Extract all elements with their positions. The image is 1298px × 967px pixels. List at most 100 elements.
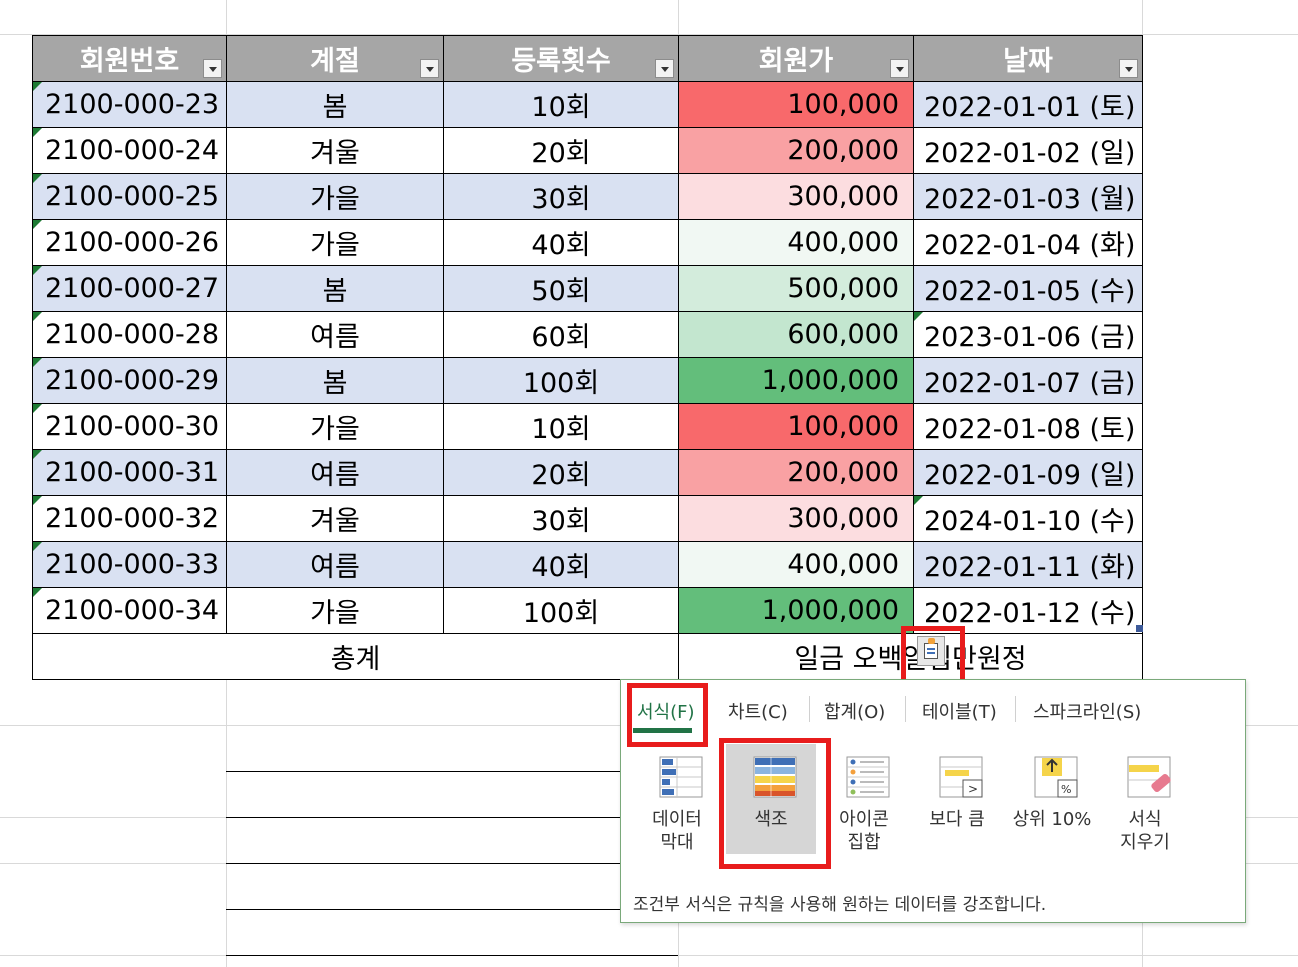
total-value-cell[interactable]: 일금 오백일십만원정 [678, 633, 1143, 680]
cell-date[interactable]: 2022-01-08 (토) [913, 403, 1143, 450]
cell-count[interactable]: 10회 [443, 403, 679, 450]
tab-tables[interactable]: 테이블(T) [922, 698, 997, 724]
cell-price[interactable]: 300,000 [678, 173, 914, 220]
cell-count[interactable]: 40회 [443, 219, 679, 266]
tab-totals[interactable]: 합계(O) [824, 698, 885, 724]
cell-season[interactable]: 여름 [226, 311, 444, 358]
filter-dropdown-button[interactable] [420, 59, 439, 78]
quick-analysis-button[interactable] [917, 636, 945, 666]
cell-date[interactable]: 2022-01-01 (토) [913, 81, 1143, 128]
color-scale-icon [753, 756, 797, 798]
option-top-10[interactable]: % 상위 10% [1007, 744, 1097, 854]
cell-price[interactable]: 1,000,000 [678, 587, 914, 634]
option-clear-format[interactable]: 서식 지우기 [1100, 744, 1190, 854]
cell-season[interactable]: 가을 [226, 219, 444, 266]
cell-member-id[interactable]: 2100-000-27 [32, 265, 227, 312]
cell-season[interactable]: 봄 [226, 265, 444, 312]
filter-dropdown-button[interactable] [655, 59, 674, 78]
cell-price[interactable]: 300,000 [678, 495, 914, 542]
header-cell-date[interactable]: 날짜 [913, 35, 1143, 82]
cell-date[interactable]: 2022-01-04 (화) [913, 219, 1143, 266]
cell-price[interactable]: 400,000 [678, 541, 914, 588]
option-label: 상위 10% [1012, 809, 1092, 830]
table-row: 2100-000-26 가을 40회 400,000 2022-01-04 (화) [32, 219, 1143, 266]
cell-season[interactable]: 여름 [226, 449, 444, 496]
table-row: 2100-000-28 여름 60회 600,000 2023-01-06 (금) [32, 311, 1143, 358]
cell-count[interactable]: 100회 [443, 587, 679, 634]
total-label-cell[interactable]: 총계 [32, 633, 679, 680]
cell-date[interactable]: 2022-01-05 (수) [913, 265, 1143, 312]
cell-season[interactable]: 가을 [226, 587, 444, 634]
table-row: 2100-000-30 가을 10회 100,000 2022-01-08 (토) [32, 403, 1143, 450]
clear-format-icon [1127, 756, 1171, 798]
cell-count[interactable]: 40회 [443, 541, 679, 588]
option-greater-than[interactable]: > 보다 큼 [912, 744, 1002, 854]
cell-price[interactable]: 100,000 [678, 403, 914, 450]
cell-date[interactable]: 2022-01-03 (월) [913, 173, 1143, 220]
cell-price[interactable]: 400,000 [678, 219, 914, 266]
header-cell-member-id[interactable]: 회원번호 [32, 35, 227, 82]
option-label: 아이콘 집합 [839, 809, 889, 853]
option-icon-set[interactable]: 아이콘 집합 [819, 744, 909, 854]
error-indicator-icon [33, 266, 42, 275]
cell-count[interactable]: 50회 [443, 265, 679, 312]
cell-season[interactable]: 봄 [226, 81, 444, 128]
cell-count[interactable]: 100회 [443, 357, 679, 404]
cell-member-id[interactable]: 2100-000-31 [32, 449, 227, 496]
cell-season[interactable]: 봄 [226, 357, 444, 404]
cell-count[interactable]: 20회 [443, 449, 679, 496]
cell-price[interactable]: 600,000 [678, 311, 914, 358]
option-data-bars[interactable]: 데이터 막대 [632, 744, 722, 854]
cell-count[interactable]: 30회 [443, 173, 679, 220]
cell-date[interactable]: 2022-01-02 (일) [913, 127, 1143, 174]
cell-date[interactable]: 2024-01-10 (수) [913, 495, 1143, 542]
cell-count[interactable]: 30회 [443, 495, 679, 542]
cell-member-id[interactable]: 2100-000-30 [32, 403, 227, 450]
error-indicator-icon [33, 588, 42, 597]
cell-count[interactable]: 20회 [443, 127, 679, 174]
cell-member-id[interactable]: 2100-000-29 [32, 357, 227, 404]
cell-count[interactable]: 10회 [443, 81, 679, 128]
header-cell-count[interactable]: 등록횟수 [443, 35, 679, 82]
table-row: 2100-000-23 봄 10회 100,000 2022-01-01 (토) [32, 81, 1143, 128]
cell-member-id[interactable]: 2100-000-28 [32, 311, 227, 358]
cell-price[interactable]: 500,000 [678, 265, 914, 312]
cell-member-id[interactable]: 2100-000-26 [32, 219, 227, 266]
cell-date[interactable]: 2023-01-06 (금) [913, 311, 1143, 358]
tab-format[interactable]: 서식(F) [637, 698, 695, 724]
cell-date[interactable]: 2022-01-11 (화) [913, 541, 1143, 588]
header-cell-season[interactable]: 계절 [226, 35, 444, 82]
table-row: 2100-000-34 가을 100회 1,000,000 2022-01-12 (수) [32, 587, 1143, 634]
cell-season[interactable]: 여름 [226, 541, 444, 588]
tab-sparklines[interactable]: 스파크라인(S) [1033, 698, 1141, 724]
cell-price[interactable]: 100,000 [678, 81, 914, 128]
error-indicator-icon [33, 358, 42, 367]
cell-member-id[interactable]: 2100-000-33 [32, 541, 227, 588]
header-cell-price[interactable]: 회원가 [678, 35, 914, 82]
option-color-scale[interactable]: 색조 [726, 744, 816, 854]
cell-date[interactable]: 2022-01-09 (일) [913, 449, 1143, 496]
cell-season[interactable]: 가을 [226, 403, 444, 450]
cell-count[interactable]: 60회 [443, 311, 679, 358]
cell-price[interactable]: 1,000,000 [678, 357, 914, 404]
cell-date[interactable]: 2022-01-07 (금) [913, 357, 1143, 404]
cell-season[interactable]: 겨울 [226, 495, 444, 542]
cell-season[interactable]: 가을 [226, 173, 444, 220]
option-label: 서식 지우기 [1120, 809, 1170, 853]
tab-chart[interactable]: 차트(C) [728, 698, 788, 724]
cell-season[interactable]: 겨울 [226, 127, 444, 174]
cell-date[interactable]: 2022-01-12 (수) [913, 587, 1143, 634]
filter-dropdown-button[interactable] [203, 59, 222, 78]
cell-price[interactable]: 200,000 [678, 127, 914, 174]
cell-member-id[interactable]: 2100-000-32 [32, 495, 227, 542]
selection-fill-handle[interactable] [1136, 625, 1143, 632]
cell-member-id[interactable]: 2100-000-34 [32, 587, 227, 634]
filter-dropdown-button[interactable] [1119, 59, 1138, 78]
cell-member-id[interactable]: 2100-000-23 [32, 81, 227, 128]
cell-member-id[interactable]: 2100-000-24 [32, 127, 227, 174]
error-indicator-icon [914, 312, 923, 321]
cell-member-id[interactable]: 2100-000-25 [32, 173, 227, 220]
greater-than-icon: > [939, 756, 983, 798]
filter-dropdown-button[interactable] [890, 59, 909, 78]
cell-price[interactable]: 200,000 [678, 449, 914, 496]
